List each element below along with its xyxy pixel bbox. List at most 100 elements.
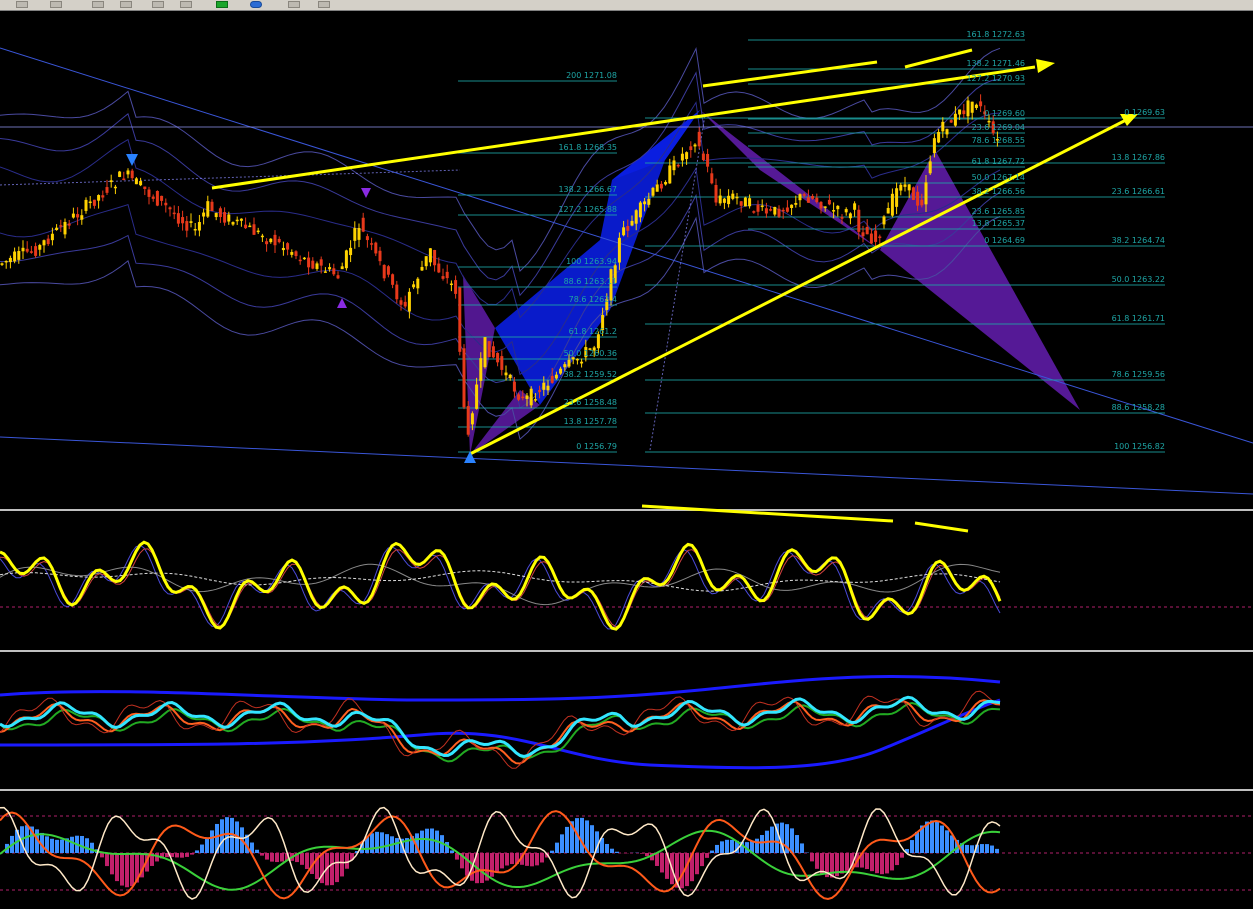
candle-body — [911, 187, 915, 200]
candle-body — [420, 266, 424, 271]
chart-area[interactable]: 200 1271.08 161.8 1268.35 138.2 1266.67 127… — [0, 10, 1253, 909]
histogram-bar-positive — [60, 839, 64, 853]
navigator-icon[interactable] — [250, 1, 262, 8]
candle-body — [307, 257, 311, 268]
fib-level-label: 13.8 1265.37 — [972, 219, 1025, 228]
histogram-bar-positive — [560, 834, 564, 853]
channel-line-lower — [0, 436, 1253, 495]
candle-body — [634, 210, 638, 224]
candle-body — [252, 224, 256, 235]
histogram-bar-negative — [540, 853, 544, 863]
candle-body — [962, 110, 966, 115]
candle-body — [487, 341, 491, 358]
fib-level-label: 23.6 1266.61 — [1112, 187, 1165, 196]
histogram-bar-positive — [930, 820, 934, 853]
trendline-short-2[interactable] — [904, 48, 973, 69]
oscillator-pane-1[interactable] — [0, 504, 1253, 631]
moving-average-blue-upper — [0, 675, 1001, 702]
moving-average-red — [0, 690, 1001, 769]
fib-level-label: 0 1269.63 — [1124, 108, 1165, 117]
histogram-bar-positive — [980, 844, 984, 853]
histogram-bar-positive — [760, 835, 764, 853]
histogram-bar-positive — [915, 831, 919, 853]
candle-body — [197, 222, 201, 231]
candle-body — [966, 100, 970, 117]
new-order-icon[interactable] — [216, 1, 228, 8]
candle-body — [974, 104, 978, 108]
toolbar-button-7[interactable] — [288, 1, 300, 8]
histogram-bar-positive — [420, 830, 424, 853]
histogram-bar-positive — [590, 825, 594, 853]
candle-body — [550, 375, 554, 383]
histogram-bar-positive — [200, 844, 204, 853]
candle-body — [764, 208, 768, 214]
fib-level-label: 13.8 1267.86 — [1112, 153, 1165, 162]
oscillator-pane-2[interactable] — [0, 675, 1001, 770]
candle-body — [328, 267, 332, 270]
candle-body — [302, 257, 306, 260]
oscillator-pane-3[interactable] — [0, 806, 1253, 901]
histogram-bar-negative — [700, 853, 704, 867]
divergence-line[interactable] — [641, 504, 894, 523]
candle-body — [340, 266, 344, 270]
trendline-short-1[interactable] — [702, 60, 878, 88]
candle-body — [865, 226, 869, 235]
main-price-chart[interactable]: 200 1271.08 161.8 1268.35 138.2 1266.67 127… — [0, 30, 1253, 495]
histogram-bar-negative — [300, 853, 304, 865]
fib-level-label: 200 1271.08 — [566, 71, 617, 80]
fib-level-label: 23.6 1258.48 — [564, 398, 617, 407]
candle-body — [227, 214, 231, 222]
candle-body — [760, 205, 764, 208]
histogram-bar-negative — [185, 853, 189, 857]
toolbar-button-8[interactable] — [318, 1, 330, 8]
histogram-bar-positive — [990, 845, 994, 853]
fib-level-label: 100 1263.94 — [566, 257, 617, 266]
histogram-bar-positive — [450, 850, 454, 853]
toolbar-button-5[interactable] — [152, 1, 164, 8]
toolbar-button-2[interactable] — [50, 1, 62, 8]
candle-body — [139, 181, 143, 186]
candle-body — [235, 219, 239, 222]
candle-body — [25, 248, 29, 252]
oscillator-main — [0, 540, 1002, 631]
candle-body — [748, 198, 752, 207]
candle-body — [105, 187, 109, 193]
toolbar-button-4[interactable] — [120, 1, 132, 8]
candle-body — [504, 372, 508, 376]
histogram-bar-negative — [465, 853, 469, 876]
candle-body — [785, 207, 789, 212]
candle-body — [458, 287, 462, 352]
candle-body — [790, 204, 794, 209]
candle-body — [622, 227, 626, 236]
candle-body — [265, 241, 269, 245]
candle-body — [752, 211, 756, 213]
histogram-bar-positive — [90, 842, 94, 853]
candle-body — [643, 201, 647, 205]
candle-body — [869, 233, 873, 244]
candle-body — [80, 215, 84, 220]
toolbar-button-3[interactable] — [92, 1, 104, 8]
candle-body — [512, 381, 516, 392]
fib-level-label: 88.6 1263.11 — [564, 277, 617, 286]
candle-body — [97, 195, 101, 201]
candle-body — [17, 251, 21, 260]
toolbar-button-6[interactable] — [180, 1, 192, 8]
histogram-bar-negative — [175, 853, 179, 858]
candle-body — [596, 334, 600, 349]
candle-body — [46, 238, 50, 245]
candle-body — [739, 201, 743, 206]
candle-body — [743, 197, 747, 207]
histogram-bar-negative — [660, 853, 664, 873]
divergence-line-2[interactable] — [914, 521, 969, 533]
candle-body — [647, 198, 651, 205]
histogram-bar-positive — [380, 832, 384, 853]
candle-body — [945, 129, 949, 135]
moving-average-cyan — [0, 695, 1001, 759]
histogram-bar-negative — [110, 853, 114, 875]
histogram-bar-negative — [105, 853, 109, 867]
candle-body — [916, 191, 920, 206]
fib-level-label: 50.0 1260.36 — [564, 349, 617, 358]
candle-body — [277, 238, 281, 243]
toolbar-button-1[interactable] — [16, 1, 28, 8]
candle-body — [714, 184, 718, 203]
